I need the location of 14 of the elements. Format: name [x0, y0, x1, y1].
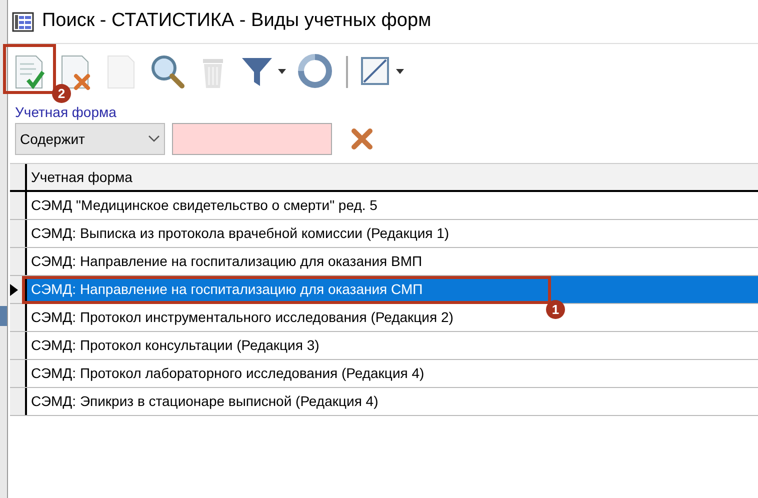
row-header-cell	[10, 360, 27, 387]
window-title: Поиск - СТАТИСТИКА - Виды учетных форм	[42, 9, 432, 34]
callout-badge: 2	[52, 84, 71, 103]
grid-icon	[12, 12, 34, 32]
row-header-cell	[10, 220, 27, 247]
column-header[interactable]: Учетная форма	[27, 164, 758, 190]
callout-frame	[3, 44, 56, 94]
clear-icon[interactable]	[351, 128, 373, 150]
operator-dropdown[interactable]: Содержит	[15, 123, 165, 155]
filter-input-field[interactable]	[172, 123, 332, 155]
row-header-cell	[10, 332, 27, 359]
chevron-icon	[148, 135, 160, 143]
row-header-cell	[10, 388, 27, 415]
filter-label: Учетная форма	[15, 104, 116, 120]
